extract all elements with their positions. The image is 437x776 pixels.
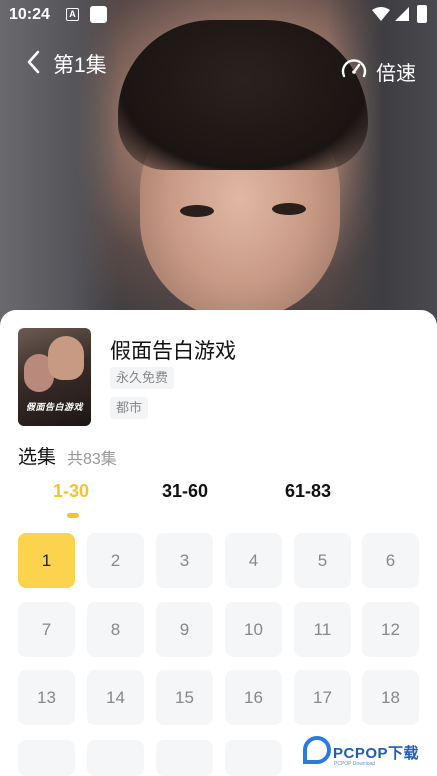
episode-button[interactable]: 14 [87,670,144,725]
poster-title-text: 假面告白游戏 [25,402,83,412]
poster-figure [48,336,84,380]
status-bar: 10:24 A [0,0,437,30]
episode-button[interactable]: 12 [362,602,419,657]
episode-button[interactable]: 4 [225,533,282,588]
episode-button[interactable]: 13 [18,670,75,725]
episode-total-count: 共83集 [67,451,117,468]
episode-button[interactable]: 17 [294,670,351,725]
speedometer-icon [341,59,367,78]
video-frame-eye [272,203,306,215]
watermark-text: PCPOP下载 [333,745,420,762]
episode-button[interactable]: 8 [87,602,144,657]
episode-button[interactable]: 11 [294,602,351,657]
signal-icon [395,7,409,21]
app-notification-icon: A [66,8,79,21]
episode-button-partial[interactable] [156,740,213,776]
drama-poster[interactable]: 假面告白游戏 [18,328,91,426]
wifi-icon [372,7,390,21]
episode-title: 第1集 [53,54,107,77]
episode-button[interactable]: 2 [87,533,144,588]
speed-label: 倍速 [376,63,416,85]
episode-button[interactable]: 9 [156,602,213,657]
episode-button[interactable]: 5 [294,533,351,588]
episode-button[interactable]: 7 [18,602,75,657]
episode-button-partial[interactable] [225,740,282,776]
drama-title: 假面告白游戏 [110,340,236,363]
tab-range-31-60[interactable]: 31-60 [162,481,208,502]
episode-button[interactable]: 18 [362,670,419,725]
episode-button-partial[interactable] [18,740,75,776]
episode-sheet: 假面告白游戏 假面告白游戏 永久免费 都市 选集 共83集 1-30 31-60… [0,310,437,776]
episode-button[interactable]: 16 [225,670,282,725]
video-frame-hair [118,20,368,170]
pcpop-logo-icon [303,736,331,764]
episode-button[interactable]: 3 [156,533,213,588]
episode-button-partial[interactable] [87,740,144,776]
tag-genre: 都市 [110,397,149,419]
tag-free: 永久免费 [110,367,175,389]
watermark-subtext: PCPOP Download [334,761,376,767]
back-arrow-icon[interactable] [22,48,46,76]
tab-range-1-30[interactable]: 1-30 [53,481,89,502]
battery-icon [417,5,427,23]
episode-button[interactable]: 1 [18,533,75,588]
tab-active-indicator [67,513,79,518]
episode-button[interactable]: 15 [156,670,213,725]
video-frame-eye [180,205,214,217]
episode-button[interactable]: 6 [362,533,419,588]
tab-range-61-83[interactable]: 61-83 [285,481,331,502]
notification-square-icon [90,6,107,23]
episode-button[interactable]: 10 [225,602,282,657]
status-time: 10:24 [9,6,50,23]
episode-section-label: 选集 [18,447,57,468]
video-background-right [327,0,437,330]
